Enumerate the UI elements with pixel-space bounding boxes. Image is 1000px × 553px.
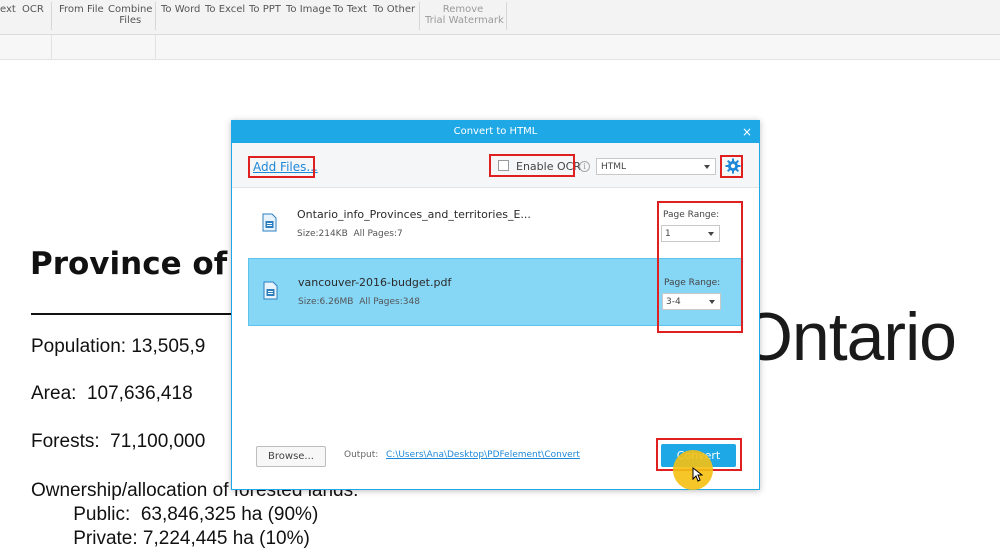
file-meta: Size:6.26MB All Pages:348 [298, 297, 420, 307]
page-range-label: Page Range: [663, 210, 720, 220]
output-label: Output: [344, 450, 379, 460]
close-icon[interactable]: × [742, 121, 752, 143]
chevron-down-icon [704, 165, 710, 169]
ribbon-toolbar: ext OCR From File Combine Files To Word … [0, 0, 1000, 35]
ribbon-remove-watermark-button[interactable]: Remove Trial Watermark [425, 4, 504, 26]
dialog-title: Convert to HTML [453, 126, 538, 137]
convert-dialog: Convert to HTML × Add Files... Enable OC… [231, 120, 760, 490]
enable-ocr-checkbox[interactable] [498, 160, 509, 171]
ribbon-separator [506, 2, 507, 30]
document-text-line: Area: 107,636,418 [31, 383, 193, 404]
ribbon-to-ppt-button[interactable]: To PPT [249, 4, 281, 15]
file-list-item[interactable]: Ontario_info_Provinces_and_territories_E… [248, 191, 742, 259]
ribbon-separator [419, 2, 420, 30]
file-size: Size:214KB [297, 229, 348, 239]
chevron-down-icon [709, 300, 715, 304]
page-range-value: 3-4 [666, 297, 681, 307]
file-pages: All Pages:348 [359, 297, 420, 307]
file-size: Size:6.26MB [298, 297, 354, 307]
ribbon-ocr-button[interactable]: OCR [22, 4, 44, 15]
info-icon[interactable]: i [579, 161, 590, 172]
pdf-file-icon [262, 213, 277, 232]
output-path-link[interactable]: C:\Users\Ana\Desktop\PDFelement\Convert [386, 450, 580, 460]
dialog-title-bar: Convert to HTML × [232, 121, 759, 143]
ribbon-separator [51, 2, 52, 30]
secondary-toolbar [0, 35, 1000, 60]
document-heading: Province of [30, 246, 228, 282]
add-files-link[interactable]: Add Files... [253, 160, 318, 174]
file-pages: All Pages:7 [353, 229, 403, 239]
page-range-label: Page Range: [664, 278, 721, 288]
mouse-pointer-icon [692, 467, 703, 482]
pdf-file-icon [263, 281, 278, 300]
document-text-line: Public: 63,846,325 ha (90%) [31, 504, 319, 525]
ribbon-separator [155, 2, 156, 30]
page-range-value: 1 [665, 229, 671, 239]
ribbon-from-file-button[interactable]: From File [59, 4, 104, 15]
ontario-logo: Ontario [740, 299, 957, 375]
format-select-value: HTML [601, 162, 627, 172]
file-name: Ontario_info_Provinces_and_territories_E… [297, 208, 531, 221]
page-range-select[interactable]: 3-4 [662, 293, 721, 310]
ribbon-to-word-button[interactable]: To Word [161, 4, 200, 15]
document-text-line: Forests: 71,100,000 [31, 431, 206, 452]
document-text-line: Population: 13,505,9 [31, 336, 206, 357]
ribbon-to-excel-button[interactable]: To Excel [205, 4, 245, 15]
gear-icon[interactable] [725, 158, 741, 174]
ribbon-to-image-button[interactable]: To Image [286, 4, 331, 15]
dialog-toolbar: Add Files... Enable OCR i HTML [232, 143, 759, 188]
format-select[interactable]: HTML [596, 158, 716, 175]
file-meta: Size:214KB All Pages:7 [297, 229, 403, 239]
toolbar-divider [155, 35, 156, 59]
file-name: vancouver-2016-budget.pdf [298, 276, 452, 289]
ribbon-edit-text-button[interactable]: ext [0, 4, 16, 15]
page-range-select[interactable]: 1 [661, 225, 720, 242]
file-list-item-selected[interactable]: vancouver-2016-budget.pdf Size:6.26MB Al… [248, 258, 742, 326]
ribbon-to-text-button[interactable]: To Text [333, 4, 367, 15]
ribbon-combine-files-button[interactable]: Combine Files [108, 4, 152, 26]
document-rule [31, 313, 236, 315]
chevron-down-icon [708, 232, 714, 236]
document-text-line: Private: 7,224,445 ha (10%) [31, 528, 310, 549]
browse-button[interactable]: Browse... [256, 446, 326, 467]
enable-ocr-label: Enable OCR [516, 160, 581, 173]
toolbar-divider [51, 35, 52, 59]
ribbon-to-other-button[interactable]: To Other [373, 4, 415, 15]
